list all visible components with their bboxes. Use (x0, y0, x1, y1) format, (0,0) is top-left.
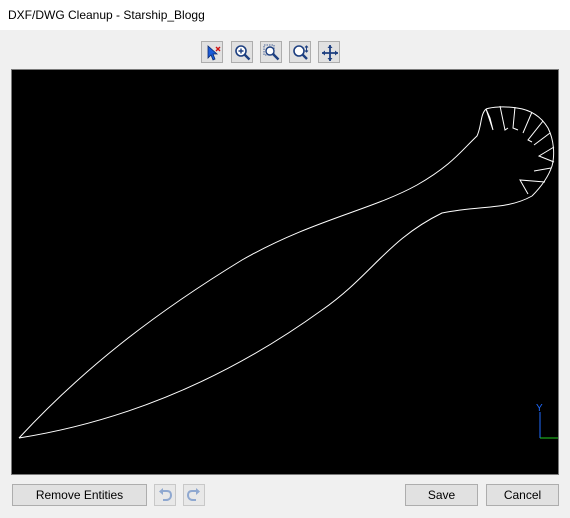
zoom-in-button[interactable] (231, 41, 253, 63)
redo-icon (186, 488, 200, 501)
select-pointer-icon (207, 45, 221, 61)
y-axis-label: Y (536, 403, 543, 414)
outline-lower-edge (18, 195, 533, 439)
remove-entities-button[interactable]: Remove Entities (12, 484, 147, 506)
pan-icon (322, 45, 338, 61)
outline-head (485, 106, 555, 197)
zoom-window-icon (263, 44, 280, 61)
window-title: DXF/DWG Cleanup - Starship_Blogg (8, 8, 205, 22)
zoom-extents-icon (293, 45, 309, 60)
redo-button[interactable] (183, 484, 205, 506)
outline-upper-edge (18, 108, 487, 439)
title-bar: DXF/DWG Cleanup - Starship_Blogg (0, 0, 570, 30)
dxf-drawing-canvas: Y (18, 105, 558, 439)
undo-button[interactable] (154, 484, 176, 506)
zoom-in-icon (235, 45, 251, 61)
outline-notches (485, 105, 555, 195)
select-tool-button[interactable] (201, 41, 223, 63)
save-button[interactable]: Save (405, 484, 478, 506)
drawing-viewport[interactable]: Y (11, 69, 559, 475)
undo-icon (159, 488, 173, 501)
pan-button[interactable] (318, 41, 340, 63)
zoom-extents-button[interactable] (289, 41, 311, 63)
zoom-window-button[interactable] (260, 41, 282, 63)
axis-indicator: Y (536, 403, 558, 439)
cancel-button[interactable]: Cancel (486, 484, 559, 506)
